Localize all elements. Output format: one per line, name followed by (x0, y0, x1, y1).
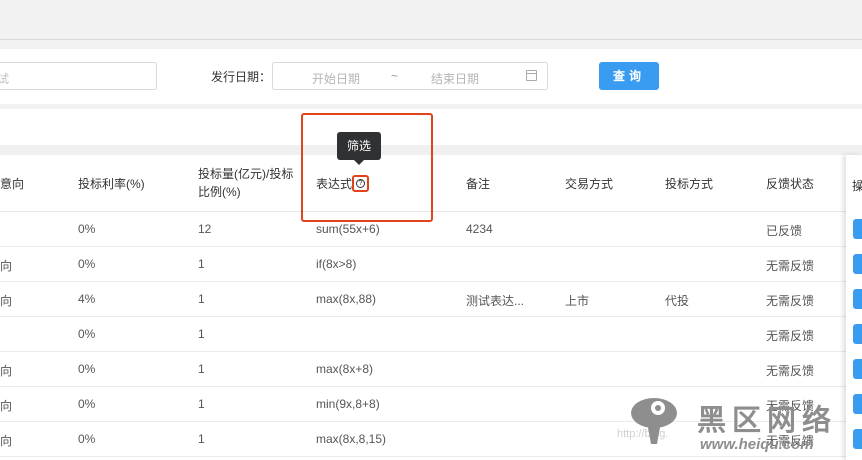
keyword-input[interactable]: 试 (0, 62, 157, 90)
query-button[interactable]: 查询 (599, 62, 659, 90)
header-remark: 备注 (466, 177, 491, 191)
cell-amount: 1 (198, 327, 205, 341)
end-date-field[interactable]: 结束日期 (431, 70, 479, 87)
cell-feedback: 已反馈 (766, 224, 803, 238)
calendar-icon[interactable] (526, 70, 537, 81)
cell-rate: 4% (78, 292, 96, 306)
cell-expression: max(8x+8) (316, 362, 374, 376)
start-date-field[interactable]: 开始日期 (312, 70, 360, 87)
row-action-button[interactable] (853, 219, 862, 239)
table-row[interactable]: 向 4% 1 max(8x,88) 测试表达... 上市 代投 无需反馈 (0, 282, 846, 317)
cell-expression: if(8x>8) (316, 257, 357, 271)
header-bid-mode: 投标方式 (665, 177, 714, 191)
cell-direction: 向 (0, 364, 13, 378)
highlight-box (301, 113, 433, 222)
header-amount-line1: 投标量(亿元)/投标 (198, 167, 294, 181)
header-operation: 操 (852, 179, 862, 193)
watermark-url: www.heiqu.com (700, 436, 814, 453)
cell-direction: 向 (0, 434, 13, 448)
header-amount-line2: 比例(%) (198, 185, 241, 199)
cell-rate: 0% (78, 397, 96, 411)
cell-amount: 1 (198, 362, 205, 376)
cell-expression: max(8x,8,15) (316, 432, 387, 446)
fixed-operation-column: 操 (846, 155, 862, 460)
cell-amount: 1 (198, 397, 205, 411)
row-action-button[interactable] (853, 394, 862, 414)
cell-remark: 测试表达... (466, 294, 525, 308)
cell-expression: sum(55x+6) (316, 222, 380, 236)
filter-bar: 试 发行日期： 开始日期 ~ 结束日期 查询 (0, 49, 862, 107)
top-bar (0, 0, 862, 40)
keyword-placeholder: 试 (0, 72, 10, 86)
header-trade-mode: 交易方式 (565, 177, 614, 191)
table-row[interactable]: 向 0% 1 max(8x+8) 无需反馈 (0, 352, 846, 387)
header-rate: 投标利率(%) (78, 177, 145, 191)
date-range-picker[interactable]: 开始日期 ~ 结束日期 (272, 62, 548, 90)
row-action-button[interactable] (853, 429, 862, 449)
watermark-logo-icon (631, 398, 677, 444)
cell-rate: 0% (78, 432, 96, 446)
table-row[interactable]: 0% 1 无需反馈 (0, 317, 846, 352)
cell-feedback: 无需反馈 (766, 364, 815, 378)
cell-rate: 0% (78, 257, 96, 271)
separator-band (0, 40, 862, 49)
cell-direction: 向 (0, 399, 13, 413)
header-direction: 意向 (0, 177, 25, 191)
row-action-button[interactable] (853, 289, 862, 309)
cell-remark: 4234 (466, 222, 493, 236)
cell-feedback: 无需反馈 (766, 329, 815, 343)
cell-feedback: 无需反馈 (766, 259, 815, 273)
row-action-button[interactable] (853, 324, 862, 344)
cell-direction: 向 (0, 259, 13, 273)
header-feedback: 反馈状态 (766, 177, 815, 191)
cell-bid-mode: 代投 (665, 294, 690, 308)
cell-feedback: 无需反馈 (766, 294, 815, 308)
tooltip-arrow (354, 160, 364, 165)
range-separator: ~ (391, 69, 399, 83)
cell-amount: 12 (198, 222, 212, 236)
row-action-button[interactable] (853, 359, 862, 379)
watermark-brand-text: 黑区网络 (697, 403, 838, 437)
cell-rate: 0% (78, 222, 96, 236)
cell-trade-mode: 上市 (565, 294, 590, 308)
help-icon-box[interactable]: ? (352, 175, 369, 192)
cell-rate: 0% (78, 327, 96, 341)
cell-expression: max(8x,88) (316, 292, 377, 306)
separator-band (0, 104, 862, 109)
issue-date-label: 发行日期： (211, 70, 272, 84)
row-action-button[interactable] (853, 254, 862, 274)
cell-amount: 1 (198, 292, 205, 306)
filter-tooltip: 筛选 (337, 132, 381, 160)
cell-rate: 0% (78, 362, 96, 376)
cell-amount: 1 (198, 432, 205, 446)
question-circle-icon[interactable]: ? (356, 179, 365, 188)
cell-amount: 1 (198, 257, 205, 271)
cell-direction: 向 (0, 294, 13, 308)
cell-expression: min(9x,8+8) (316, 397, 380, 411)
table-row[interactable]: 向 0% 1 if(8x>8) 无需反馈 (0, 247, 846, 282)
